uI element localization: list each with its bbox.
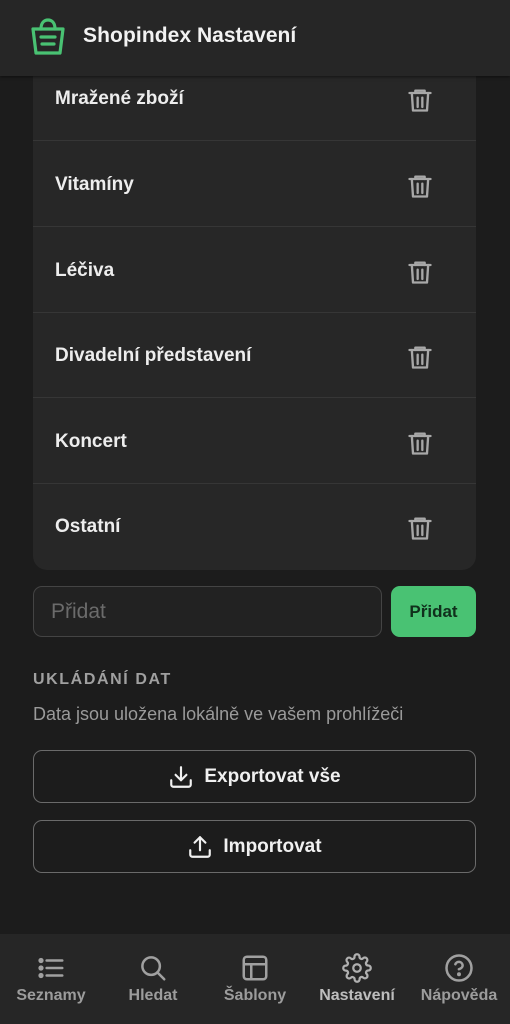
category-row: Vitamíny bbox=[33, 142, 476, 227]
nav-item-help[interactable]: Nápověda bbox=[408, 934, 510, 1024]
list-icon bbox=[38, 957, 64, 979]
app-header: Shopindex Nastavení bbox=[0, 0, 510, 76]
category-row: Divadelní představení bbox=[33, 313, 476, 398]
trash-icon[interactable] bbox=[406, 343, 434, 371]
nav-label-help: Nápověda bbox=[420, 987, 498, 1004]
add-category-input[interactable] bbox=[33, 586, 382, 637]
nav-item-search[interactable]: Hledat bbox=[102, 934, 204, 1024]
data-storage-heading: UKLÁDÁNÍ DAT bbox=[33, 671, 172, 688]
category-label: Léčiva bbox=[55, 260, 115, 281]
template-icon bbox=[242, 955, 268, 981]
trash-icon[interactable] bbox=[406, 514, 434, 542]
category-row: Ostatní bbox=[33, 484, 476, 569]
category-label: Koncert bbox=[55, 431, 127, 452]
category-label: Ostatní bbox=[55, 516, 121, 537]
nav-label-search: Hledat bbox=[128, 987, 178, 1004]
import-label: Importovat bbox=[223, 835, 322, 857]
category-row: Koncert bbox=[33, 399, 476, 484]
data-storage-description: Data jsou uložena lokálně ve vašem prohl… bbox=[33, 704, 404, 724]
category-label: Divadelní představení bbox=[55, 345, 252, 366]
category-list: Mražené zboží Vitamíny Léčiva Divadelní … bbox=[33, 56, 476, 570]
bottom-navigation: Seznamy Hledat Šablony Nastavení Nápověd… bbox=[0, 934, 510, 1024]
add-category-button[interactable]: Přidat bbox=[391, 586, 476, 637]
trash-icon[interactable] bbox=[406, 258, 434, 286]
import-button[interactable]: Importovat bbox=[33, 820, 476, 873]
category-label: Vitamíny bbox=[55, 174, 134, 195]
shopping-bag-icon[interactable] bbox=[30, 18, 66, 56]
nav-label-templates: Šablony bbox=[223, 987, 287, 1004]
app-brand: Shopindex bbox=[83, 24, 192, 47]
page-title: Nastavení bbox=[197, 24, 297, 47]
nav-item-settings[interactable]: Nastavení bbox=[306, 934, 408, 1024]
trash-icon[interactable] bbox=[406, 86, 434, 114]
nav-label-settings: Nastavení bbox=[319, 987, 395, 1004]
nav-item-lists[interactable]: Seznamy bbox=[0, 934, 102, 1024]
nav-label-lists: Seznamy bbox=[16, 987, 86, 1004]
upload-icon bbox=[189, 835, 212, 858]
trash-icon[interactable] bbox=[406, 429, 434, 457]
nav-item-templates[interactable]: Šablony bbox=[204, 934, 306, 1024]
category-row: Léčiva bbox=[33, 228, 476, 313]
search-icon bbox=[141, 956, 166, 981]
download-icon bbox=[170, 765, 193, 788]
gear-icon bbox=[342, 953, 372, 983]
trash-icon[interactable] bbox=[406, 172, 434, 200]
export-all-button[interactable]: Exportovat vše bbox=[33, 750, 476, 803]
export-all-label: Exportovat vše bbox=[204, 765, 341, 787]
help-icon bbox=[445, 954, 473, 982]
